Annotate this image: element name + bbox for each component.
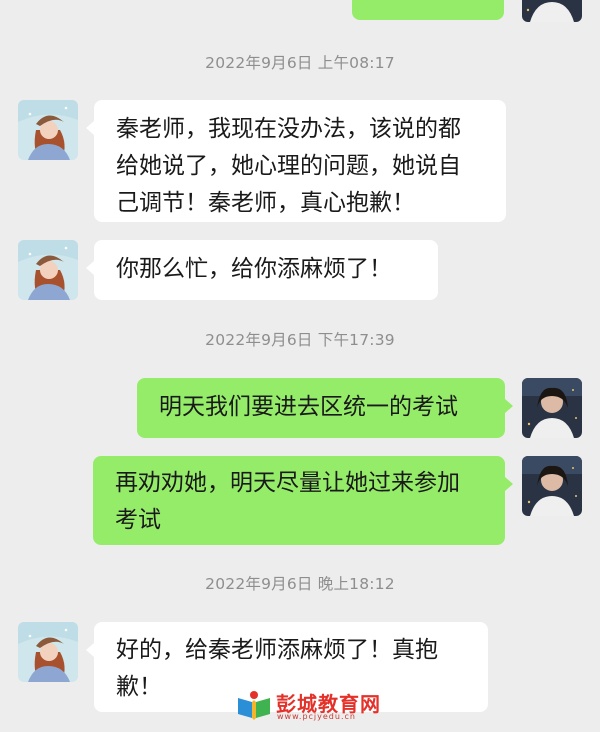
photo-girl-avatar-icon xyxy=(522,0,582,22)
bubble-tail xyxy=(505,399,513,413)
timestamp: 2022年9月6日 上午08:17 xyxy=(205,54,395,72)
incoming-avatar[interactable] xyxy=(18,240,78,300)
outgoing-avatar[interactable] xyxy=(522,378,582,438)
bubble-tail xyxy=(86,121,94,135)
timestamp: 2022年9月6日 晚上18:12 xyxy=(205,575,395,593)
illustrated-girl-avatar-icon xyxy=(18,100,78,160)
message-line: 己调节！秦老师，真心抱歉！ xyxy=(116,190,415,216)
outgoing-avatar-partial[interactable] xyxy=(522,0,582,22)
watermark: 彭城教育网 www.pcjyedu.cn xyxy=(236,688,386,724)
photo-girl-avatar-icon xyxy=(522,378,582,438)
outgoing-message[interactable]: 明天我们要进去区统一的考试 xyxy=(137,378,505,438)
watermark-url: www.pcjyedu.cn xyxy=(277,712,356,721)
message-line: 再劝劝她，明天尽量让她过来参加 xyxy=(115,470,460,496)
incoming-message[interactable]: 你那么忙，给你添麻烦了！ xyxy=(94,240,438,300)
message-line: 秦老师，我现在没办法，该说的都 xyxy=(116,116,461,142)
message-line: 明天我们要进去区统一的考试 xyxy=(159,394,458,420)
bubble-tail xyxy=(505,477,513,491)
incoming-avatar[interactable] xyxy=(18,100,78,160)
timestamp: 2022年9月6日 下午17:39 xyxy=(205,331,395,349)
message-line: 好的，给秦老师添麻烦了！真抱 xyxy=(116,637,438,663)
bubble-tail xyxy=(86,643,94,657)
message-line: 考试 xyxy=(115,507,161,533)
outgoing-message[interactable]: 再劝劝她，明天尽量让她过来参加 考试 xyxy=(93,456,505,545)
incoming-avatar[interactable] xyxy=(18,622,78,682)
photo-girl-avatar-icon xyxy=(522,456,582,516)
outgoing-message-partial[interactable] xyxy=(352,0,504,20)
incoming-message[interactable]: 秦老师，我现在没办法，该说的都 给她说了，她心理的问题，她说自 己调节！秦老师，… xyxy=(94,100,506,222)
illustrated-girl-avatar-icon xyxy=(18,622,78,682)
illustrated-girl-avatar-icon xyxy=(18,240,78,300)
outgoing-avatar[interactable] xyxy=(522,456,582,516)
book-logo-icon xyxy=(238,691,270,720)
message-line: 你那么忙，给你添麻烦了！ xyxy=(116,256,392,282)
message-line: 给她说了，她心理的问题，她说自 xyxy=(116,153,461,179)
bubble-tail xyxy=(86,261,94,275)
